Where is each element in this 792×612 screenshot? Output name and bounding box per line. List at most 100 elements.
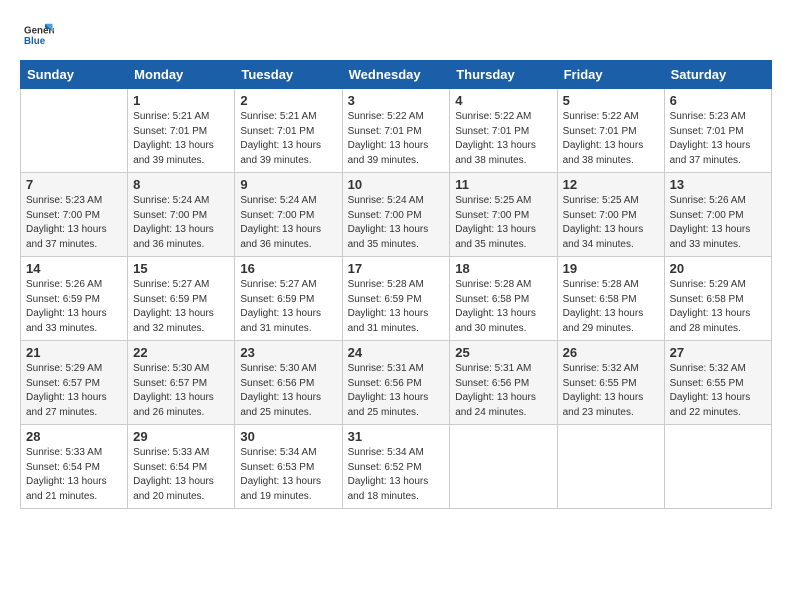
day-info: Sunrise: 5:25 AMSunset: 7:00 PMDaylight:… <box>563 194 659 252</box>
day-info: Sunrise: 5:34 AMSunset: 6:53 PMDaylight:… <box>240 446 336 504</box>
day-number: 29 <box>133 429 229 444</box>
logo-icon: General Blue <box>24 20 54 50</box>
day-info: Sunrise: 5:29 AMSunset: 6:58 PMDaylight:… <box>670 278 766 336</box>
calendar-cell: 30 Sunrise: 5:34 AMSunset: 6:53 PMDayligh… <box>235 425 342 509</box>
day-info: Sunrise: 5:27 AMSunset: 6:59 PMDaylight:… <box>133 278 229 336</box>
day-number: 11 <box>455 177 551 192</box>
calendar-cell: 28Sunrise: 5:33 AMSunset: 6:54 PMDayligh… <box>21 425 128 509</box>
day-number: 14 <box>26 261 122 276</box>
calendar-cell: 23 Sunrise: 5:30 AMSunset: 6:56 PMDayligh… <box>235 341 342 425</box>
calendar-cell: 5 Sunrise: 5:22 AMSunset: 7:01 PMDaylight… <box>557 89 664 173</box>
calendar-cell: 25 Sunrise: 5:31 AMSunset: 6:56 PMDayligh… <box>450 341 557 425</box>
calendar-cell: 10 Sunrise: 5:24 AMSunset: 7:00 PMDayligh… <box>342 173 450 257</box>
day-info: Sunrise: 5:21 AMSunset: 7:01 PMDaylight:… <box>240 110 336 168</box>
calendar-cell: 14 Sunrise: 5:26 AMSunset: 6:59 PMDayligh… <box>21 257 128 341</box>
day-number: 9 <box>240 177 336 192</box>
calendar-cell: 18 Sunrise: 5:28 AMSunset: 6:58 PMDayligh… <box>450 257 557 341</box>
calendar-cell: 20 Sunrise: 5:29 AMSunset: 6:58 PMDayligh… <box>664 257 771 341</box>
calendar-week-row: 21Sunrise: 5:29 AMSunset: 6:57 PMDayligh… <box>21 341 772 425</box>
calendar-cell: 27 Sunrise: 5:32 AMSunset: 6:55 PMDayligh… <box>664 341 771 425</box>
day-info: Sunrise: 5:28 AMSunset: 6:58 PMDaylight:… <box>563 278 659 336</box>
day-number: 8 <box>133 177 229 192</box>
day-number: 5 <box>563 93 659 108</box>
calendar-cell: 6 Sunrise: 5:23 AMSunset: 7:01 PMDaylight… <box>664 89 771 173</box>
day-info: Sunrise: 5:32 AMSunset: 6:55 PMDaylight:… <box>563 362 659 420</box>
day-info: Sunrise: 5:24 AMSunset: 7:00 PMDaylight:… <box>348 194 445 252</box>
calendar-cell <box>557 425 664 509</box>
weekday-header-sunday: Sunday <box>21 61 128 89</box>
day-info: Sunrise: 5:34 AMSunset: 6:52 PMDaylight:… <box>348 446 445 504</box>
weekday-header-wednesday: Wednesday <box>342 61 450 89</box>
day-info: Sunrise: 5:25 AMSunset: 7:00 PMDaylight:… <box>455 194 551 252</box>
weekday-header-saturday: Saturday <box>664 61 771 89</box>
day-number: 30 <box>240 429 336 444</box>
calendar-cell: 9 Sunrise: 5:24 AMSunset: 7:00 PMDaylight… <box>235 173 342 257</box>
day-number: 19 <box>563 261 659 276</box>
calendar-cell: 15 Sunrise: 5:27 AMSunset: 6:59 PMDayligh… <box>128 257 235 341</box>
calendar-table: SundayMondayTuesdayWednesdayThursdayFrid… <box>20 60 772 509</box>
calendar-cell: 7Sunrise: 5:23 AMSunset: 7:00 PMDaylight… <box>21 173 128 257</box>
day-info: Sunrise: 5:22 AMSunset: 7:01 PMDaylight:… <box>348 110 445 168</box>
calendar-cell: 17 Sunrise: 5:28 AMSunset: 6:59 PMDayligh… <box>342 257 450 341</box>
day-info: Sunrise: 5:23 AMSunset: 7:01 PMDaylight:… <box>670 110 766 168</box>
day-number: 25 <box>455 345 551 360</box>
day-info: Sunrise: 5:22 AMSunset: 7:01 PMDaylight:… <box>563 110 659 168</box>
calendar-cell: 16 Sunrise: 5:27 AMSunset: 6:59 PMDayligh… <box>235 257 342 341</box>
day-info: Sunrise: 5:24 AMSunset: 7:00 PMDaylight:… <box>240 194 336 252</box>
weekday-header-tuesday: Tuesday <box>235 61 342 89</box>
day-number: 4 <box>455 93 551 108</box>
day-info: Sunrise: 5:28 AMSunset: 6:59 PMDaylight:… <box>348 278 445 336</box>
day-info: Sunrise: 5:24 AMSunset: 7:00 PMDaylight:… <box>133 194 229 252</box>
calendar-week-row: 1 Sunrise: 5:21 AMSunset: 7:01 PMDaylight… <box>21 89 772 173</box>
day-info: Sunrise: 5:32 AMSunset: 6:55 PMDaylight:… <box>670 362 766 420</box>
day-info: Sunrise: 5:26 AMSunset: 6:59 PMDaylight:… <box>26 278 122 336</box>
calendar-cell: 22 Sunrise: 5:30 AMSunset: 6:57 PMDayligh… <box>128 341 235 425</box>
calendar-cell: 2 Sunrise: 5:21 AMSunset: 7:01 PMDaylight… <box>235 89 342 173</box>
day-number: 21 <box>26 345 122 360</box>
day-number: 7 <box>26 177 122 192</box>
day-number: 22 <box>133 345 229 360</box>
calendar-cell: 26Sunrise: 5:32 AMSunset: 6:55 PMDayligh… <box>557 341 664 425</box>
day-number: 15 <box>133 261 229 276</box>
day-info: Sunrise: 5:28 AMSunset: 6:58 PMDaylight:… <box>455 278 551 336</box>
day-info: Sunrise: 5:27 AMSunset: 6:59 PMDaylight:… <box>240 278 336 336</box>
day-number: 23 <box>240 345 336 360</box>
day-number: 28 <box>26 429 122 444</box>
calendar-week-row: 28Sunrise: 5:33 AMSunset: 6:54 PMDayligh… <box>21 425 772 509</box>
day-number: 6 <box>670 93 766 108</box>
day-info: Sunrise: 5:30 AMSunset: 6:56 PMDaylight:… <box>240 362 336 420</box>
weekday-header-friday: Friday <box>557 61 664 89</box>
day-info: Sunrise: 5:22 AMSunset: 7:01 PMDaylight:… <box>455 110 551 168</box>
calendar-week-row: 7Sunrise: 5:23 AMSunset: 7:00 PMDaylight… <box>21 173 772 257</box>
day-number: 10 <box>348 177 445 192</box>
day-number: 24 <box>348 345 445 360</box>
calendar-cell: 21Sunrise: 5:29 AMSunset: 6:57 PMDayligh… <box>21 341 128 425</box>
calendar-cell: 8 Sunrise: 5:24 AMSunset: 7:00 PMDaylight… <box>128 173 235 257</box>
day-info: Sunrise: 5:26 AMSunset: 7:00 PMDaylight:… <box>670 194 766 252</box>
day-info: Sunrise: 5:31 AMSunset: 6:56 PMDaylight:… <box>455 362 551 420</box>
calendar-cell: 4 Sunrise: 5:22 AMSunset: 7:01 PMDaylight… <box>450 89 557 173</box>
calendar-cell: 19 Sunrise: 5:28 AMSunset: 6:58 PMDayligh… <box>557 257 664 341</box>
day-number: 27 <box>670 345 766 360</box>
day-info: Sunrise: 5:21 AMSunset: 7:01 PMDaylight:… <box>133 110 229 168</box>
weekday-header-row: SundayMondayTuesdayWednesdayThursdayFrid… <box>21 61 772 89</box>
svg-text:Blue: Blue <box>24 36 46 47</box>
day-number: 16 <box>240 261 336 276</box>
day-info: Sunrise: 5:31 AMSunset: 6:56 PMDaylight:… <box>348 362 445 420</box>
calendar-cell <box>21 89 128 173</box>
day-number: 2 <box>240 93 336 108</box>
calendar-cell: 29Sunrise: 5:33 AMSunset: 6:54 PMDayligh… <box>128 425 235 509</box>
calendar-cell: 12Sunrise: 5:25 AMSunset: 7:00 PMDayligh… <box>557 173 664 257</box>
day-number: 13 <box>670 177 766 192</box>
calendar-cell: 11 Sunrise: 5:25 AMSunset: 7:00 PMDayligh… <box>450 173 557 257</box>
calendar-cell: 1 Sunrise: 5:21 AMSunset: 7:01 PMDaylight… <box>128 89 235 173</box>
day-number: 1 <box>133 93 229 108</box>
day-info: Sunrise: 5:30 AMSunset: 6:57 PMDaylight:… <box>133 362 229 420</box>
calendar-cell: 3Sunrise: 5:22 AMSunset: 7:01 PMDaylight… <box>342 89 450 173</box>
weekday-header-thursday: Thursday <box>450 61 557 89</box>
calendar-cell <box>450 425 557 509</box>
day-number: 18 <box>455 261 551 276</box>
calendar-cell: 31Sunrise: 5:34 AMSunset: 6:52 PMDayligh… <box>342 425 450 509</box>
day-number: 20 <box>670 261 766 276</box>
day-number: 17 <box>348 261 445 276</box>
